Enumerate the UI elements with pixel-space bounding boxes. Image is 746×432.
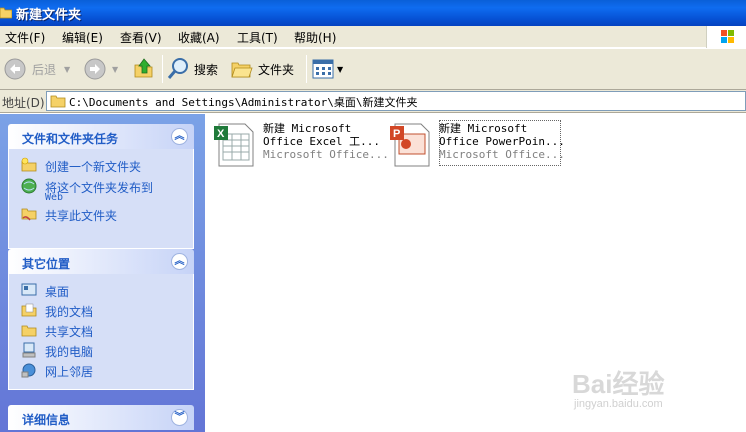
back-button[interactable]: 后退 ▼ [4, 49, 74, 89]
file-name: 新建 Microsoft Office PowerPoin... [439, 122, 565, 148]
toolbar-separator [306, 55, 307, 83]
expand-icon[interactable]: ︾ [171, 409, 188, 426]
views-dropdown-icon: ▼ [337, 64, 344, 74]
collapse-icon[interactable]: ︽ [171, 128, 188, 145]
file-name-line1: 新建 Microsoft [439, 122, 528, 135]
other-places-panel: 其它位置 ︽ 桌面 我的文档 共享文档 我的电脑 网上邻居 [8, 249, 194, 390]
forward-button[interactable]: ▼ [84, 49, 124, 89]
task-label: 创建一个新文件夹 [45, 160, 142, 174]
folder-icon [0, 7, 12, 19]
search-icon [167, 58, 188, 79]
forward-arrow-icon [84, 58, 106, 80]
address-label: 地址(D) [2, 96, 45, 110]
back-label: 后退 [32, 62, 57, 77]
desktop-icon [21, 283, 37, 296]
views-button[interactable]: ▼ [312, 49, 348, 89]
folder-icon [50, 95, 66, 108]
folders-label: 文件夹 [258, 62, 295, 77]
menu-file[interactable]: 文件(F) [5, 29, 45, 46]
window-title: 新建文件夹 [16, 8, 82, 23]
file-name-line2: Office PowerPoin... [439, 135, 565, 148]
back-arrow-icon [4, 58, 26, 80]
toolbar: 后退 ▼ ▼ 搜索 文件夹 ▼ [0, 48, 746, 90]
place-label: 我的文档 [45, 305, 94, 319]
file-name-line1: 新建 Microsoft [263, 122, 352, 135]
file-item-powerpoint[interactable]: P 新建 Microsoft Office PowerPoin... Micro… [389, 120, 565, 170]
powerpoint-file-icon: P [390, 123, 430, 167]
toolbar-separator [162, 55, 163, 83]
panel-body: 创建一个新文件夹 将这个文件夹发布到 Web 共享此文件夹 [8, 149, 194, 249]
place-label: 我的电脑 [45, 345, 94, 359]
shared-documents-icon [21, 325, 37, 337]
back-dropdown-icon[interactable]: ▼ [64, 65, 70, 74]
place-label: 共享文档 [45, 325, 94, 339]
panel-title: 其它位置 [22, 257, 71, 271]
new-folder-icon [21, 157, 37, 172]
computer-icon [22, 342, 36, 358]
address-input[interactable]: C:\Documents and Settings\Administrator\… [46, 91, 746, 111]
folders-icon [231, 62, 253, 78]
place-label: 网上邻居 [45, 365, 94, 379]
panel-header[interactable]: 其它位置 ︽ [8, 249, 194, 274]
folders-button[interactable]: 文件夹 [230, 49, 300, 89]
place-label: 桌面 [45, 285, 70, 299]
windows-flag-icon [721, 30, 734, 43]
file-item-excel[interactable]: X 新建 Microsoft Office Excel 工... Microso… [213, 120, 389, 170]
menu-favorites[interactable]: 收藏(A) [178, 29, 220, 46]
file-type: Microsoft Office... [439, 148, 565, 161]
search-button[interactable]: 搜索 [166, 49, 226, 89]
views-grid-icon [312, 59, 334, 79]
svg-text:X: X [217, 128, 225, 140]
panel-header[interactable]: 详细信息 ︾ [8, 405, 194, 430]
details-panel: 详细信息 ︾ [8, 405, 194, 430]
file-folder-tasks-panel: 文件和文件夹任务 ︽ 创建一个新文件夹 将这个文件夹发布到 Web 共享此文件夹 [8, 124, 194, 249]
menu-edit[interactable]: 编辑(E) [62, 29, 103, 46]
file-type: Microsoft Office... [263, 148, 389, 161]
globe-icon [21, 178, 37, 194]
up-button[interactable] [132, 49, 158, 89]
file-name: 新建 Microsoft Office Excel 工... [263, 122, 380, 148]
shared-folder-icon [21, 208, 37, 221]
task-label: 共享此文件夹 [45, 209, 118, 223]
windows-logo [706, 26, 746, 48]
baidu-watermark: Bai经验 jingyan.baidu.com [572, 364, 742, 414]
svg-text:P: P [393, 128, 400, 140]
panel-title: 文件和文件夹任务 [22, 132, 119, 146]
forward-dropdown-icon[interactable]: ▼ [112, 65, 118, 74]
menu-view[interactable]: 查看(V) [120, 29, 162, 46]
panel-body: 桌面 我的文档 共享文档 我的电脑 网上邻居 [8, 274, 194, 390]
watermark-brand: Bai经验 [572, 369, 665, 399]
menu-bar: 文件(F) 编辑(E) 查看(V) 收藏(A) 工具(T) 帮助(H) [0, 26, 746, 48]
panel-title: 详细信息 [22, 413, 71, 427]
file-name-line2: Office Excel 工... [263, 135, 380, 148]
network-icon [21, 363, 36, 378]
documents-folder-icon [21, 303, 37, 317]
task-label-web: Web [45, 192, 64, 203]
task-pane: 文件和文件夹任务 ︽ 创建一个新文件夹 将这个文件夹发布到 Web 共享此文件夹… [0, 114, 205, 432]
collapse-icon[interactable]: ︽ [171, 253, 188, 270]
up-folder-icon [134, 58, 153, 78]
menu-help[interactable]: 帮助(H) [294, 29, 336, 46]
menu-tools[interactable]: 工具(T) [237, 29, 278, 46]
panel-header[interactable]: 文件和文件夹任务 ︽ [8, 124, 194, 149]
watermark-url: jingyan.baidu.com [574, 398, 663, 410]
search-label: 搜索 [194, 62, 219, 77]
excel-file-icon: X [214, 123, 254, 167]
address-path: C:\Documents and Settings\Administrator\… [69, 96, 418, 109]
title-bar[interactable]: 新建文件夹 [0, 0, 746, 26]
address-bar: 地址(D) C:\Documents and Settings\Administ… [0, 90, 746, 113]
